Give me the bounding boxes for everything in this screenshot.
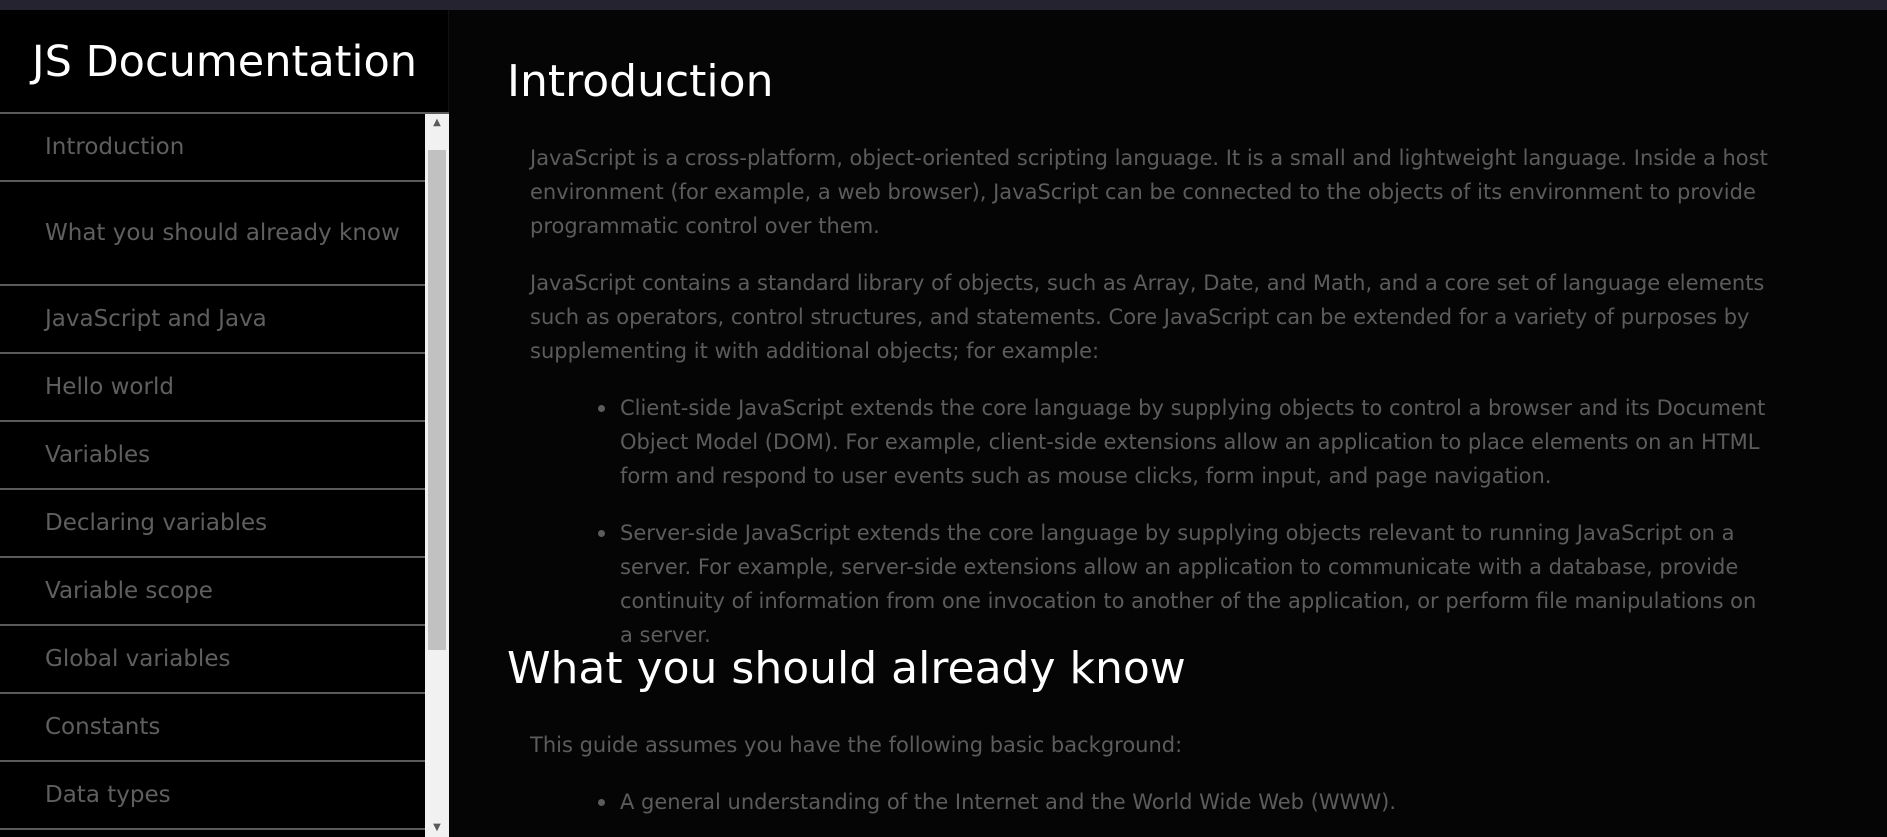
intro-paragraph-2: JavaScript contains a standard library o… <box>530 271 1765 363</box>
intro-paragraph-1: JavaScript is a cross-platform, object-o… <box>530 146 1768 238</box>
sidebar-title: JS Documentation <box>0 10 449 114</box>
intro-bullet-list: Client-side JavaScript extends the core … <box>598 391 1770 675</box>
nav-link-variable-scope[interactable]: Variable scope <box>0 558 425 626</box>
sidebar-navbar: JS Documentation Introduction What you s… <box>0 10 449 837</box>
section-title-introduction: Introduction <box>507 56 774 107</box>
main-doc: Introduction JavaScript is a cross-platf… <box>450 10 1887 837</box>
nav-link-declaring-variables[interactable]: Declaring variables <box>0 490 425 558</box>
sidebar-scrollbar[interactable]: ▲ ▼ <box>425 114 449 837</box>
nav-link-data-types[interactable]: Data types <box>0 762 425 830</box>
nav-link-variables[interactable]: Variables <box>0 422 425 490</box>
intro-bullet-client-side: Client-side JavaScript extends the core … <box>598 391 1770 493</box>
know-paragraph-1: This guide assumes you have the followin… <box>530 733 1183 757</box>
scroll-down-arrow-icon[interactable]: ▼ <box>425 819 449 837</box>
nav-link-constants[interactable]: Constants <box>0 694 425 762</box>
section-title-what-you-should-already-know: What you should already know <box>507 643 1186 694</box>
intro-bullet-server-side: Server-side JavaScript extends the core … <box>598 516 1770 652</box>
nav-link-what-you-should-already-know[interactable]: What you should already know <box>0 182 425 286</box>
nav-link-introduction[interactable]: Introduction <box>0 114 425 182</box>
nav-link-javascript-and-java[interactable]: JavaScript and Java <box>0 286 425 354</box>
nav-link-hello-world[interactable]: Hello world <box>0 354 425 422</box>
nav-list: Introduction What you should already kno… <box>0 114 425 837</box>
scrollbar-thumb[interactable] <box>428 150 446 650</box>
nav-link-global-variables[interactable]: Global variables <box>0 626 425 694</box>
browser-top-bar <box>0 0 1887 10</box>
know-bullet-list: A general understanding of the Internet … <box>598 785 1770 837</box>
scroll-up-arrow-icon[interactable]: ▲ <box>425 114 449 132</box>
know-bullet-internet: A general understanding of the Internet … <box>598 785 1770 819</box>
